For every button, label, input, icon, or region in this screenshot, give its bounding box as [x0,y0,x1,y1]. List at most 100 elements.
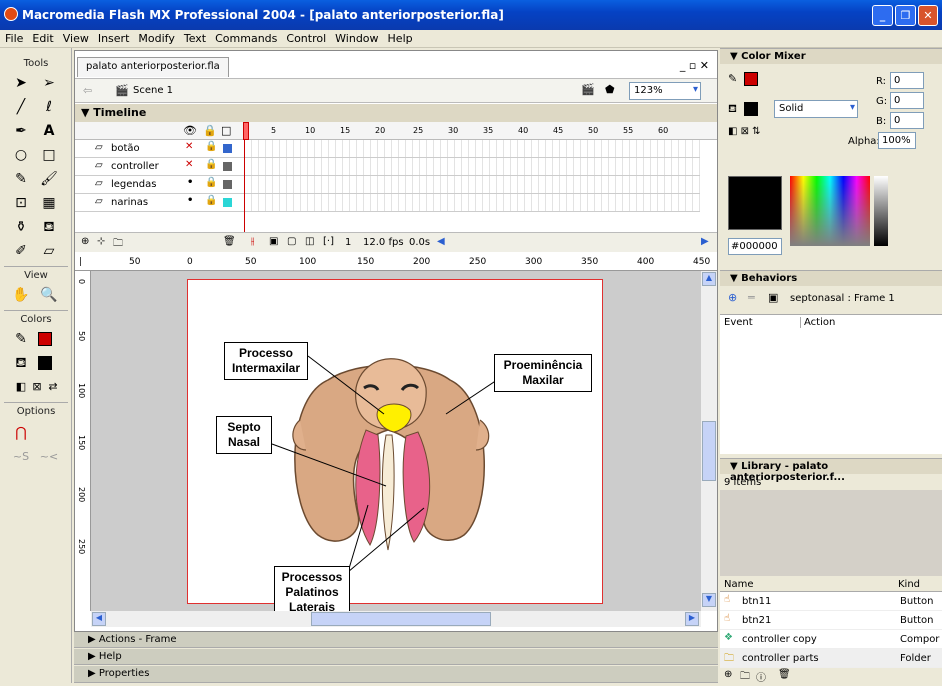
scroll-left-icon[interactable]: ◀ [437,236,445,247]
menu-edit[interactable]: Edit [27,30,57,45]
lock-icon[interactable]: 🔒 [203,124,217,137]
frame-track[interactable] [245,194,700,212]
layer-row[interactable]: ▱ narinas • 🔒 [75,194,245,212]
menu-text[interactable]: Text [179,30,210,45]
subselect-tool-icon[interactable]: ➢ [36,72,62,94]
fill-color-icon[interactable]: ⛾ [728,102,737,117]
menu-control[interactable]: Control [281,30,330,45]
hex-field[interactable]: #000000 [728,238,782,255]
horizontal-scrollbar[interactable]: ◀ ▶ [91,611,701,627]
zoom-tool-icon[interactable]: 🔍 [36,284,62,306]
color-spectrum[interactable] [790,176,870,246]
callout-proeminencia-maxilar[interactable]: Proeminência Maxilar [494,354,592,392]
scroll-down-icon[interactable]: ▼ [702,593,716,607]
outline-color-icon[interactable] [223,198,232,207]
eyedropper-tool-icon[interactable]: ✐ [8,240,34,262]
hand-tool-icon[interactable]: ✋ [8,284,34,306]
lasso-tool-icon[interactable]: ℓ [36,96,62,118]
library-header[interactable]: ▼ Library - palato anteriorposterior.f..… [720,458,942,483]
oval-tool-icon[interactable]: ○ [8,144,34,166]
center-frame-icon[interactable]: ⫲ [251,236,254,247]
swap-colors-icon[interactable]: ⇄ [40,376,66,398]
menu-insert[interactable]: Insert [93,30,134,45]
smooth-icon[interactable]: ~S [8,446,34,468]
scene-label[interactable]: Scene 1 [133,85,173,96]
trash-icon[interactable]: 🗑 [778,669,791,680]
lock-icon[interactable]: 🔒 [205,195,217,206]
lock-icon[interactable]: 🔒 [205,177,217,188]
outline-color-icon[interactable] [223,180,232,189]
edit-multiple-icon[interactable]: ◫ [305,236,314,247]
fill-swatch[interactable] [744,102,758,116]
menu-view[interactable]: View [58,30,93,45]
library-item[interactable]: ❖ controller copy Compor [720,630,942,649]
b-field[interactable]: 0 [890,112,924,129]
fill-type-select[interactable]: Solid ▾ [774,100,858,118]
playhead[interactable] [243,122,249,140]
outline-color-icon[interactable] [223,144,232,153]
trash-icon[interactable]: 🗑 [223,236,236,247]
eye-icon[interactable]: 👁 [183,124,197,137]
stage[interactable]: Processo Intermaxilar Proeminência Maxil… [187,279,603,619]
document-tab[interactable]: palato anteriorposterior.fla [77,57,229,77]
behaviors-list[interactable]: Event Action [720,314,942,454]
arrow-tool-icon[interactable]: ➤ [8,72,34,94]
layer-visibility[interactable]: ✕ [185,141,193,152]
menu-modify[interactable]: Modify [133,30,178,45]
g-field[interactable]: 0 [890,92,924,109]
edit-scene-icon[interactable]: 🎬 [581,83,595,96]
brightness-slider[interactable] [874,176,888,246]
add-behavior-icon[interactable]: ⊕ [728,291,737,304]
stroke-swatch[interactable] [744,72,758,86]
lock-icon[interactable]: 🔒 [205,159,217,170]
layer-row[interactable]: ▱ controller ✕ 🔒 [75,158,245,176]
fill-color-icon[interactable]: ⛾ [8,352,34,374]
frame-track[interactable] [245,158,700,176]
stroke-color-icon[interactable]: ✎ [728,72,737,85]
onion-outline-icon[interactable]: ▢ [287,236,296,247]
pencil-tool-icon[interactable]: ✎ [8,168,34,190]
menu-commands[interactable]: Commands [210,30,281,45]
layer-row[interactable]: ▱ legendas • 🔒 [75,176,245,194]
scroll-left-icon[interactable]: ◀ [92,612,106,626]
properties-icon[interactable]: ⓘ [756,669,766,684]
edit-symbol-icon[interactable]: ⬟ [605,83,615,96]
scroll-right-icon[interactable]: ▶ [701,236,709,247]
ink-bottle-tool-icon[interactable]: ⚱ [8,216,34,238]
fill-transform-tool-icon[interactable]: ▦ [36,192,62,214]
doc-window-controls-icon[interactable]: _ ▫ ✕ [680,59,709,72]
onion-markers-icon[interactable]: [·] [323,236,334,247]
lock-icon[interactable]: 🔒 [205,141,217,152]
straighten-icon[interactable]: ~< [36,446,62,468]
rectangle-tool-icon[interactable]: □ [36,144,62,166]
panel-actions[interactable]: ▶ Actions - Frame [74,632,718,648]
callout-processo-intermaxilar[interactable]: Processo Intermaxilar [224,342,308,380]
new-symbol-icon[interactable]: ⊕ [724,669,732,680]
color-mixer-header[interactable]: ▼ Color Mixer [720,48,942,64]
frame-track[interactable] [245,140,700,158]
onion-skin-icon[interactable]: ▣ [269,236,278,247]
vertical-scrollbar[interactable]: ▲ ▼ [701,271,717,611]
menu-file[interactable]: File [0,30,27,45]
minimize-icon[interactable]: _ [872,5,893,26]
zoom-select[interactable]: 123% ▾ [629,82,701,100]
add-guide-icon[interactable]: ⊹ [97,236,105,247]
menu-window[interactable]: Window [330,30,382,45]
panel-properties[interactable]: ▶ Properties [74,666,718,683]
stroke-color-swatch[interactable] [38,332,52,346]
layer-row[interactable]: ▱ botão ✕ 🔒 [75,140,245,158]
insert-folder-icon[interactable]: 🗀 [113,236,123,253]
r-field[interactable]: 0 [890,72,924,89]
fill-color-swatch[interactable] [38,356,52,370]
outline-color-icon[interactable] [223,162,232,171]
magnet-icon[interactable]: ⋂ [8,422,34,444]
panel-help[interactable]: ▶ Help [74,649,718,665]
layer-visibility[interactable]: ✕ [185,159,193,170]
eraser-tool-icon[interactable]: ▱ [36,240,62,262]
new-folder-icon[interactable]: 🗀 [740,669,750,686]
swap-colors-icon[interactable]: ◧ ⊠ ⇅ [728,126,761,137]
callout-septo-nasal[interactable]: Septo Nasal [216,416,272,454]
pen-tool-icon[interactable]: ✒ [8,120,34,142]
back-arrow-icon[interactable]: ⇦ [83,84,92,97]
timeline-header[interactable]: ▼ Timeline [75,104,717,122]
